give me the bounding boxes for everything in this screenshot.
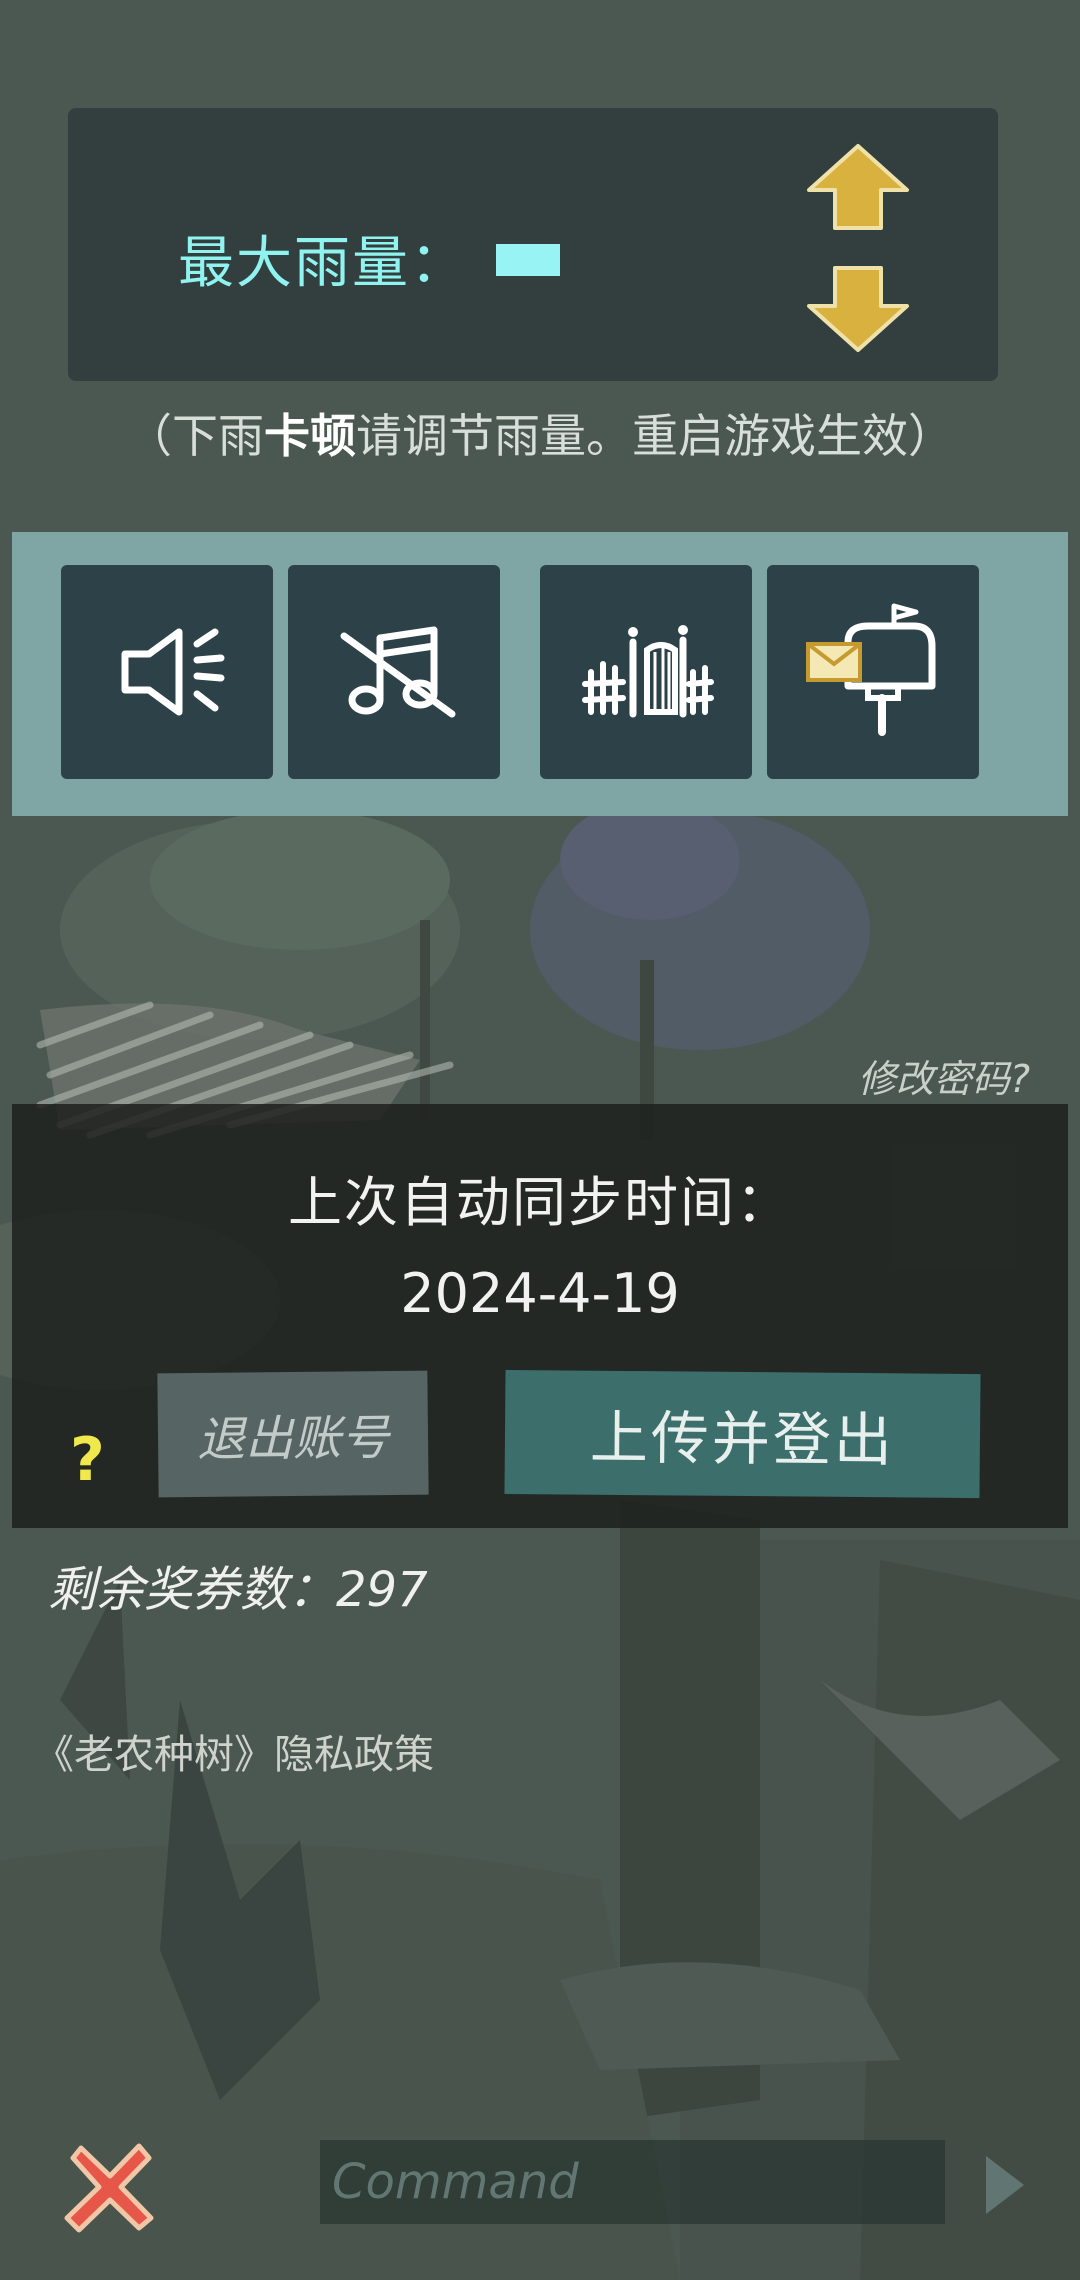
voucher-count: 剩余奖券数：297: [48, 1562, 428, 1618]
close-button[interactable]: [55, 2132, 165, 2242]
max-rain-label: 最大雨量：: [178, 231, 468, 296]
privacy-policy-link[interactable]: 《老农种树》隐私政策: [34, 1722, 434, 1780]
change-password-link[interactable]: 修改密码?: [858, 1048, 1030, 1103]
logout-button[interactable]: 退出账号: [157, 1370, 429, 1498]
music-muted-icon: [340, 626, 456, 718]
sync-date: 2024-4-19: [400, 1262, 680, 1325]
music-toggle-button[interactable]: [288, 565, 500, 779]
rain-hint: （下雨卡顿请调节雨量。重启游戏生效）: [126, 409, 954, 463]
fence-button[interactable]: [540, 565, 752, 779]
sync-time-label: 上次自动同步时间：: [288, 1171, 792, 1234]
mailbox-button[interactable]: [767, 565, 979, 779]
send-button[interactable]: [980, 2150, 1030, 2220]
fence-gate-icon: [582, 625, 714, 718]
mailbox-icon: [806, 603, 936, 736]
close-icon: [64, 2143, 154, 2233]
rain-amount-bar: [496, 244, 560, 276]
sound-icon: [121, 628, 225, 716]
command-input[interactable]: [320, 2140, 945, 2224]
increase-rain-button[interactable]: [803, 140, 913, 236]
decrease-rain-button[interactable]: [803, 260, 913, 356]
sound-toggle-button[interactable]: [61, 565, 273, 779]
help-button[interactable]: ?: [70, 1425, 105, 1495]
upload-logout-button[interactable]: 上传并登出: [504, 1369, 981, 1499]
play-arrow-icon: [986, 2156, 1024, 2214]
